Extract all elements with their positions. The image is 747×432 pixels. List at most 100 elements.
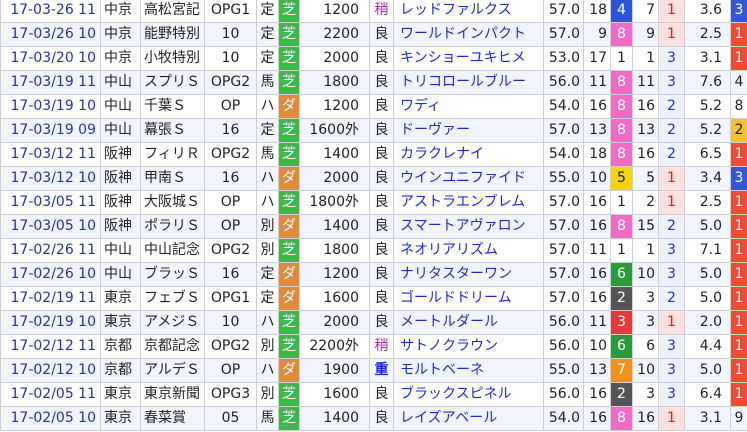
- race-distance: 1800外: [299, 190, 370, 215]
- win-odds: 4.4: [684, 334, 731, 359]
- win-odds: 2.5: [684, 22, 731, 47]
- horse-name-link[interactable]: ウインユニファイド: [393, 166, 544, 191]
- finish-rank: 1: [730, 382, 747, 407]
- track-surface: 芝: [278, 0, 300, 23]
- horse-name-link[interactable]: トリコロールブルー: [393, 70, 544, 95]
- race-grade: 10: [204, 46, 257, 71]
- race-date[interactable]: 17-02/26 11: [0, 238, 101, 263]
- race-name: 中山記念: [140, 238, 205, 263]
- finish-rank: 1: [730, 310, 747, 335]
- horse-name-link[interactable]: ワールドインパクト: [393, 22, 544, 47]
- popularity: 1: [658, 190, 685, 215]
- horse-name-link[interactable]: スマートアヴァロン: [393, 214, 544, 239]
- table-row: 17-02/26 10 中山 ブラッＳ 16 定ダ 1200 良ナリタスターワン 57.0 16…: [0, 262, 747, 287]
- race-name: アルデＳ: [140, 358, 205, 383]
- horse-name-link[interactable]: ドーヴァー: [393, 118, 544, 143]
- gate-frame: 2: [610, 382, 633, 407]
- race-date[interactable]: 17-02/19 11: [0, 286, 101, 311]
- race-grade: 16: [204, 166, 257, 191]
- race-date[interactable]: 17-03/19 11: [0, 70, 101, 95]
- carried-weight: 56.0: [543, 70, 584, 95]
- race-condition: 別: [256, 382, 279, 407]
- race-name: 小牧特別: [140, 46, 205, 71]
- race-date[interactable]: 17-03/12 11: [0, 142, 101, 167]
- track-surface: 芝: [278, 238, 300, 263]
- race-date[interactable]: 17-02/19 10: [0, 310, 101, 335]
- popularity: 2: [658, 118, 685, 143]
- race-distance: 1400: [299, 406, 370, 431]
- race-venue: 東京: [100, 382, 141, 407]
- race-distance: 1600外: [299, 118, 370, 143]
- gate-frame: 1: [610, 190, 633, 215]
- horse-number: 2: [632, 190, 659, 215]
- race-condition: ハ: [256, 358, 279, 383]
- race-grade: OPG2: [204, 70, 257, 95]
- horse-name-link[interactable]: モルトベーネ: [393, 358, 544, 383]
- win-odds: 5.0: [684, 214, 731, 239]
- track-going: 良: [369, 70, 394, 95]
- race-grade: OP: [204, 214, 257, 239]
- gate-frame: 3: [610, 310, 633, 335]
- finish-rank: 2: [730, 118, 747, 143]
- horse-name-link[interactable]: ワディ: [393, 94, 544, 119]
- race-distance: 1800: [299, 238, 370, 263]
- horse-name-link[interactable]: メートルダール: [393, 310, 544, 335]
- horse-name-link[interactable]: レイズアベール: [393, 406, 544, 431]
- table-row: 17-03/05 10 阪神 ポラリＳ OP 別ダ 1400 良スマートアヴァロン 57.0 1…: [0, 214, 747, 239]
- track-going: 良: [369, 22, 394, 47]
- horse-name-link[interactable]: ゴールドドリーム: [393, 286, 544, 311]
- field-size: 10: [583, 334, 611, 359]
- race-grade: 16: [204, 262, 257, 287]
- race-date[interactable]: 17-03/19 09: [0, 118, 101, 143]
- horse-name-link[interactable]: レッドファルクス: [393, 0, 544, 23]
- race-date[interactable]: 17-03/26 10: [0, 22, 101, 47]
- horse-number: 11: [632, 70, 659, 95]
- horse-name-link[interactable]: アストラエンブレム: [393, 190, 544, 215]
- race-condition: 別: [256, 334, 279, 359]
- race-date[interactable]: 17-03/05 10: [0, 214, 101, 239]
- race-date[interactable]: 17-02/12 11: [0, 334, 101, 359]
- race-condition: 定: [256, 262, 279, 287]
- field-size: 16: [583, 382, 611, 407]
- table-row: 17-02/12 11 京都 京都記念 OPG2 別芝 2200外稍サトノクラウン 56.0…: [0, 334, 747, 359]
- field-size: 17: [583, 46, 611, 71]
- track-surface: ダ: [278, 262, 300, 287]
- horse-number: 15: [632, 214, 659, 239]
- race-name: 幕張Ｓ: [140, 118, 205, 143]
- track-going: 稍: [369, 0, 394, 23]
- race-condition: ハ: [256, 310, 279, 335]
- gate-frame: 6: [610, 334, 633, 359]
- race-date[interactable]: 17-03/19 10: [0, 94, 101, 119]
- horse-name-link[interactable]: ネオリアリズム: [393, 238, 544, 263]
- horse-number: 16: [632, 142, 659, 167]
- race-condition: ハ: [256, 190, 279, 215]
- race-date[interactable]: 17-03/20 10: [0, 46, 101, 71]
- race-venue: 中山: [100, 70, 141, 95]
- gate-frame: 4: [610, 0, 633, 23]
- popularity: 2: [658, 94, 685, 119]
- race-date[interactable]: 17-02/12 10: [0, 358, 101, 383]
- race-condition: 定: [256, 22, 279, 47]
- table-row: 17-03/20 10 中京 小牧特別 10 定芝 2000 良キンショーユキヒメ 53.0 1…: [0, 46, 747, 71]
- race-date[interactable]: 17-02/26 10: [0, 262, 101, 287]
- race-date[interactable]: 17-02/05 11: [0, 382, 101, 407]
- race-date[interactable]: 17-02/05 10: [0, 406, 101, 431]
- popularity: 3: [658, 382, 685, 407]
- gate-frame: 8: [610, 70, 633, 95]
- race-date[interactable]: 17-03-26 11: [0, 0, 101, 23]
- track-surface: 芝: [278, 46, 300, 71]
- race-grade: 10: [204, 310, 257, 335]
- horse-name-link[interactable]: カラクレナイ: [393, 142, 544, 167]
- horse-name-link[interactable]: サトノクラウン: [393, 334, 544, 359]
- gate-frame: 5: [610, 166, 633, 191]
- horse-name-link[interactable]: ナリタスターワン: [393, 262, 544, 287]
- race-date[interactable]: 17-03/05 11: [0, 190, 101, 215]
- race-date[interactable]: 17-03/12 10: [0, 166, 101, 191]
- race-name: スプリＳ: [140, 70, 205, 95]
- gate-frame: 8: [610, 214, 633, 239]
- track-surface: 芝: [278, 118, 300, 143]
- race-grade: OP: [204, 94, 257, 119]
- horse-name-link[interactable]: ブラックスピネル: [393, 382, 544, 407]
- race-venue: 京都: [100, 334, 141, 359]
- horse-name-link[interactable]: キンショーユキヒメ: [393, 46, 544, 71]
